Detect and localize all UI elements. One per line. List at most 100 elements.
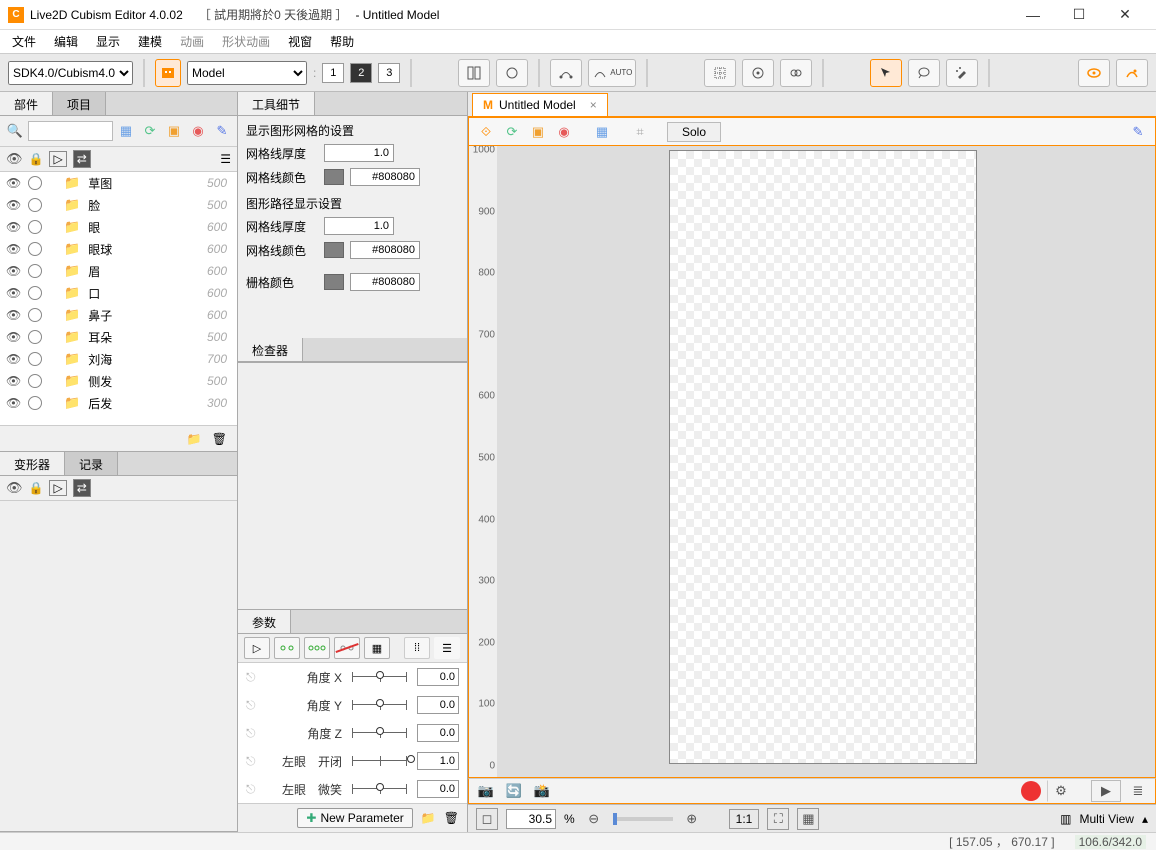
select-circle[interactable] bbox=[28, 198, 42, 212]
tree-item[interactable]: 👁📁刘海700 bbox=[0, 348, 237, 370]
param-folder-icon[interactable]: 📁 bbox=[421, 811, 436, 825]
pin-icon[interactable]: ⎋ bbox=[246, 726, 258, 741]
multiview-dropdown-icon[interactable]: ▴ bbox=[1142, 812, 1148, 826]
gridcolor-input[interactable] bbox=[350, 273, 420, 291]
tree-item[interactable]: 👁📁侧发500 bbox=[0, 370, 237, 392]
param-grid-icon[interactable]: ▦ bbox=[364, 637, 390, 659]
visibility-icon[interactable]: 👁 bbox=[6, 374, 20, 388]
param-value-input[interactable] bbox=[417, 696, 459, 714]
visibility-icon[interactable]: 👁 bbox=[6, 264, 20, 278]
param-slider[interactable] bbox=[348, 758, 411, 764]
deformer-tree[interactable] bbox=[0, 501, 237, 831]
canvas-tab[interactable]: M Untitled Model × bbox=[472, 93, 608, 116]
tool-brush[interactable] bbox=[946, 59, 978, 87]
menu-display[interactable]: 显示 bbox=[90, 31, 126, 52]
tool-view-2[interactable] bbox=[1116, 59, 1148, 87]
tab-tooldetail[interactable]: 工具细节 bbox=[238, 92, 315, 115]
tree-item[interactable]: 👁📁口600 bbox=[0, 282, 237, 304]
tree-item[interactable]: 👁📁眼600 bbox=[0, 216, 237, 238]
param-remove-icon[interactable] bbox=[334, 637, 360, 659]
camera-plus-icon[interactable]: 📸 bbox=[531, 780, 553, 802]
param-slider[interactable] bbox=[348, 786, 411, 792]
tool-mesh-auto[interactable] bbox=[496, 59, 528, 87]
tree-item[interactable]: 👁📁眉600 bbox=[0, 260, 237, 282]
param-value-input[interactable] bbox=[417, 668, 459, 686]
param-cycle-icon[interactable]: ▷ bbox=[244, 637, 270, 659]
tool-path-auto[interactable]: AUTO bbox=[588, 59, 636, 87]
close-button[interactable]: ✕ bbox=[1102, 0, 1148, 30]
menu-anim[interactable]: 动画 bbox=[174, 31, 210, 52]
select-circle[interactable] bbox=[28, 374, 42, 388]
search-icon[interactable]: 🔍 bbox=[4, 120, 26, 142]
visibility-icon[interactable]: 👁 bbox=[6, 286, 20, 300]
def-lock-icon[interactable]: 🔒 bbox=[29, 481, 44, 495]
new-folder-icon[interactable]: 📁 bbox=[187, 432, 202, 446]
play-icon[interactable]: ▶ bbox=[1091, 780, 1121, 802]
select-circle[interactable] bbox=[28, 330, 42, 344]
param-add3-icon[interactable] bbox=[304, 637, 330, 659]
pin-icon[interactable]: ⎋ bbox=[246, 698, 258, 713]
tree-item[interactable]: 👁📁眼球600 bbox=[0, 238, 237, 260]
gridcolor-swatch[interactable] bbox=[324, 274, 344, 290]
canvas-area[interactable]: 10009008007006005004003002001000 bbox=[468, 146, 1156, 778]
tree-item[interactable]: 👁📁鼻子600 bbox=[0, 304, 237, 326]
grid-view-icon[interactable]: ▦ bbox=[797, 808, 819, 830]
cv-snap-icon[interactable]: ⌗ bbox=[629, 121, 651, 143]
lock-header-icon[interactable]: 🔒 bbox=[29, 152, 44, 166]
ratio-button[interactable]: 1:1 bbox=[729, 809, 760, 829]
visibility-icon[interactable]: 👁 bbox=[6, 198, 20, 212]
tree-item[interactable]: 👁📁脸500 bbox=[0, 194, 237, 216]
new-param-button[interactable]: ✚ New Parameter bbox=[297, 808, 412, 828]
filter-path-icon[interactable]: ✎ bbox=[211, 120, 233, 142]
param-value-input[interactable] bbox=[417, 752, 459, 770]
artboard[interactable] bbox=[669, 150, 977, 764]
camera-reset-icon[interactable]: 🔄 bbox=[503, 780, 525, 802]
expand-view-icon[interactable]: ⛶ bbox=[767, 808, 789, 830]
select-circle[interactable] bbox=[28, 220, 42, 234]
filter-warp-icon[interactable]: ▦ bbox=[115, 120, 137, 142]
visibility-icon[interactable]: 👁 bbox=[6, 330, 20, 344]
minimize-button[interactable]: — bbox=[1010, 0, 1056, 30]
thickness-input[interactable] bbox=[324, 144, 394, 162]
menu-file[interactable]: 文件 bbox=[6, 31, 42, 52]
pin-icon[interactable]: ⎋ bbox=[246, 782, 258, 797]
tab-close-icon[interactable]: × bbox=[590, 98, 597, 112]
param-add2-icon[interactable] bbox=[274, 637, 300, 659]
sdk-select[interactable]: SDK4.0/Cubism4.0 bbox=[8, 61, 133, 85]
param-slider[interactable] bbox=[348, 730, 411, 736]
select-circle[interactable] bbox=[28, 242, 42, 256]
thickness2-input[interactable] bbox=[324, 217, 394, 235]
delete-icon[interactable]: 🗑 bbox=[212, 432, 227, 446]
cv-key-icon[interactable]: ✎ bbox=[1127, 121, 1149, 143]
param-menu-icon[interactable]: ☰ bbox=[434, 637, 460, 659]
fit-icon[interactable]: ◻ bbox=[476, 808, 498, 830]
filter-glue-icon[interactable]: ◉ bbox=[187, 120, 209, 142]
camera-icon[interactable]: 📷 bbox=[475, 780, 497, 802]
expand-header-icon[interactable]: ▷ bbox=[49, 151, 66, 167]
tool-rot-deform[interactable] bbox=[742, 59, 774, 87]
tab-log[interactable]: 记录 bbox=[65, 452, 118, 475]
menu-model[interactable]: 建模 bbox=[132, 31, 168, 52]
pin-icon[interactable]: ⎋ bbox=[246, 754, 258, 769]
visibility-icon[interactable]: 👁 bbox=[6, 352, 20, 366]
level-2[interactable]: 2 bbox=[350, 63, 372, 83]
visibility-header-icon[interactable]: 👁 bbox=[6, 151, 23, 167]
select-circle[interactable] bbox=[28, 264, 42, 278]
tool-mesh-man[interactable] bbox=[458, 59, 490, 87]
select-circle[interactable] bbox=[28, 176, 42, 190]
visibility-icon[interactable]: 👁 bbox=[6, 242, 20, 256]
tool-lasso[interactable] bbox=[908, 59, 940, 87]
playlist-icon[interactable]: ≣ bbox=[1127, 780, 1149, 802]
tree-item[interactable]: 👁📁后发300 bbox=[0, 392, 237, 414]
filter-mesh-icon[interactable]: ▣ bbox=[163, 120, 185, 142]
cv-glue-icon[interactable]: ◉ bbox=[553, 121, 575, 143]
maximize-button[interactable]: ☐ bbox=[1056, 0, 1102, 30]
zoom-input[interactable] bbox=[506, 809, 556, 829]
select-circle[interactable] bbox=[28, 286, 42, 300]
zoom-slider[interactable] bbox=[613, 817, 673, 821]
meshcolor-input[interactable] bbox=[350, 168, 420, 186]
record-button[interactable] bbox=[1021, 781, 1041, 801]
tool-glue[interactable] bbox=[780, 59, 812, 87]
tool-path-edit[interactable] bbox=[550, 59, 582, 87]
cv-mesh-icon[interactable]: ▣ bbox=[527, 121, 549, 143]
